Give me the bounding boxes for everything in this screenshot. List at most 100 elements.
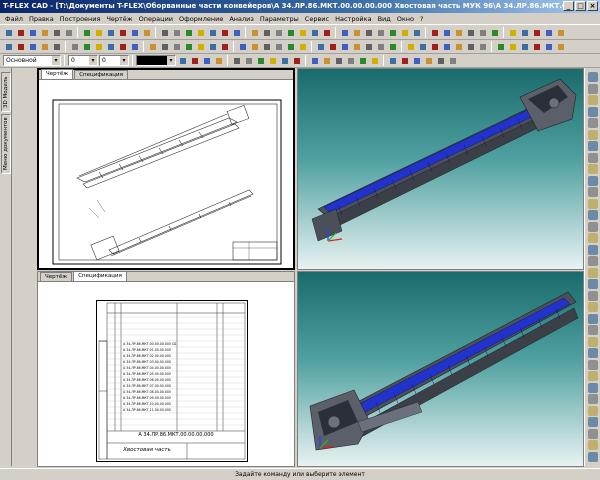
tool-button[interactable]	[39, 27, 50, 38]
3d-viewport-top[interactable]	[297, 68, 584, 270]
tool-button[interactable]	[429, 41, 440, 52]
tool-button[interactable]	[117, 27, 128, 38]
tool-button[interactable]	[69, 41, 80, 52]
tool-button[interactable]	[495, 41, 506, 52]
tool-button[interactable]	[129, 27, 140, 38]
tab-drawing-bottom[interactable]: Чертёж	[40, 272, 73, 281]
tool-button[interactable]	[387, 41, 398, 52]
tool-button[interactable]	[183, 41, 194, 52]
tool-button[interactable]	[219, 41, 230, 52]
tool-button[interactable]	[399, 55, 410, 66]
tool-button[interactable]	[465, 41, 476, 52]
tool-button[interactable]	[411, 27, 422, 38]
tool-button[interactable]	[255, 55, 266, 66]
tool-button[interactable]	[375, 41, 386, 52]
view-tool-button[interactable]	[588, 118, 598, 128]
color-select[interactable]	[136, 55, 176, 66]
menu-item-10[interactable]: Вид	[375, 15, 394, 23]
tool-button[interactable]	[39, 41, 50, 52]
tool-button[interactable]	[543, 41, 554, 52]
tool-button[interactable]	[363, 41, 374, 52]
tool-button[interactable]	[231, 27, 242, 38]
tool-button[interactable]	[339, 27, 350, 38]
tool-button[interactable]	[81, 41, 92, 52]
view-tool-button[interactable]	[588, 313, 598, 324]
tool-button[interactable]	[159, 27, 170, 38]
view-tool-button[interactable]	[588, 417, 598, 427]
tool-button[interactable]	[285, 27, 296, 38]
tab-3d-model[interactable]: 3D Модель	[1, 72, 11, 112]
tool-button[interactable]	[429, 27, 440, 38]
tool-button[interactable]	[171, 41, 182, 52]
tool-button[interactable]	[417, 41, 428, 52]
3d-model-canvas-top[interactable]	[298, 69, 583, 269]
tool-button[interactable]	[315, 41, 326, 52]
view-tool-button[interactable]	[588, 175, 598, 186]
menu-item-0[interactable]: Файл	[2, 15, 26, 23]
layer-select[interactable]: Основной	[3, 55, 61, 66]
maximize-button[interactable]: □	[575, 1, 586, 11]
tool-button[interactable]	[291, 55, 302, 66]
tool-button[interactable]	[159, 41, 170, 52]
tool-button[interactable]	[27, 41, 38, 52]
minimize-button[interactable]: _	[563, 1, 574, 11]
menu-item-1[interactable]: Правка	[26, 15, 57, 23]
tab-specification-bottom[interactable]: Спецификация	[73, 271, 127, 281]
assembly-drawing-canvas[interactable]	[39, 80, 293, 268]
tool-button[interactable]	[195, 27, 206, 38]
close-button[interactable]: ×	[587, 1, 598, 11]
tool-button[interactable]	[117, 41, 128, 52]
tool-button[interactable]	[351, 27, 362, 38]
tool-button[interactable]	[321, 27, 332, 38]
view-tool-button[interactable]	[588, 302, 598, 312]
menu-item-3[interactable]: Чертёж	[103, 15, 135, 23]
tool-button[interactable]	[465, 27, 476, 38]
tool-button[interactable]	[477, 41, 488, 52]
tool-button[interactable]	[183, 27, 194, 38]
tool-button[interactable]	[519, 41, 530, 52]
view-tool-button[interactable]	[588, 336, 598, 347]
view-tool-button[interactable]	[588, 129, 598, 140]
tool-button[interactable]	[213, 55, 224, 66]
view-tool-button[interactable]	[588, 256, 598, 266]
tool-button[interactable]	[195, 41, 206, 52]
menu-item-7[interactable]: Параметры	[257, 15, 302, 23]
tool-button[interactable]	[141, 27, 152, 38]
view-tool-button[interactable]	[588, 198, 598, 209]
tool-button[interactable]	[177, 55, 188, 66]
tool-button[interactable]	[285, 41, 296, 52]
view-tool-button[interactable]	[588, 106, 598, 117]
3d-model-canvas-bottom[interactable]	[298, 272, 583, 466]
tab-specification-top[interactable]: Спецификация	[74, 70, 128, 79]
tool-button[interactable]	[3, 27, 14, 38]
tool-button[interactable]	[363, 27, 374, 38]
tool-button[interactable]	[51, 41, 62, 52]
tool-button[interactable]	[531, 41, 542, 52]
view-tool-button[interactable]	[588, 233, 598, 243]
tool-button[interactable]	[423, 55, 434, 66]
view-tool-button[interactable]	[588, 290, 598, 301]
tool-button[interactable]	[375, 27, 386, 38]
view-tool-button[interactable]	[588, 221, 598, 232]
tool-button[interactable]	[273, 41, 284, 52]
menu-item-12[interactable]: ?	[417, 15, 426, 23]
tool-button[interactable]	[405, 41, 416, 52]
view-tool-button[interactable]	[588, 72, 598, 82]
tool-button[interactable]	[399, 27, 410, 38]
tool-button[interactable]	[15, 41, 26, 52]
view-tool-button[interactable]	[588, 428, 598, 439]
view-tool-button[interactable]	[588, 394, 598, 404]
tool-button[interactable]	[207, 27, 218, 38]
priority-input[interactable]: 0	[99, 55, 129, 66]
level-input[interactable]: 0	[68, 55, 98, 66]
tool-button[interactable]	[105, 41, 116, 52]
tool-button[interactable]	[231, 55, 242, 66]
view-tool-button[interactable]	[588, 164, 598, 174]
tool-button[interactable]	[81, 27, 92, 38]
tool-button[interactable]	[279, 55, 290, 66]
view-tool-button[interactable]	[588, 440, 598, 450]
view-tool-button[interactable]	[588, 95, 598, 105]
view-tool-button[interactable]	[588, 187, 598, 197]
tool-button[interactable]	[249, 27, 260, 38]
tool-button[interactable]	[345, 55, 356, 66]
